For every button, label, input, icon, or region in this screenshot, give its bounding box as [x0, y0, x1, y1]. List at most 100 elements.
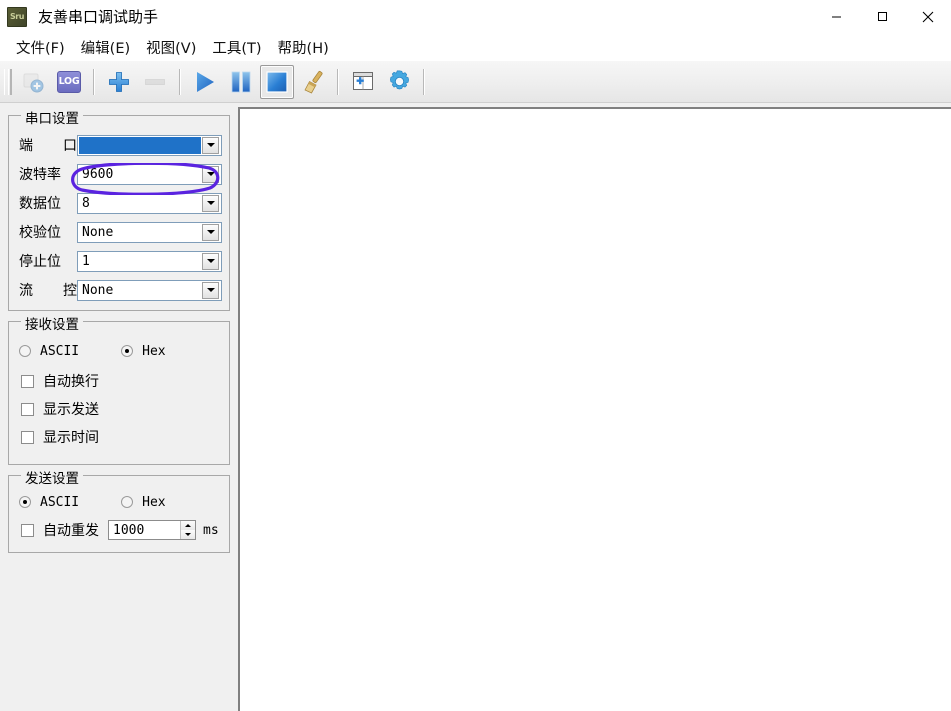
receive-format-row: ASCII Hex	[19, 340, 166, 362]
start-button[interactable]	[188, 65, 222, 99]
chevron-down-icon[interactable]	[202, 282, 219, 299]
checkbox-unchecked-icon	[21, 375, 34, 388]
send-settings-title: 发送设置	[21, 467, 83, 487]
auto-repeat-unit-label: ms	[203, 523, 219, 538]
auto-wrap-checkbox[interactable]: 自动换行	[21, 371, 99, 391]
new-window-icon	[351, 69, 376, 94]
show-send-row: 显示发送	[21, 398, 99, 420]
stepper-buttons[interactable]	[180, 521, 195, 539]
menu-help[interactable]: 帮助(H)	[270, 34, 337, 61]
receive-settings-group: 接收设置 ASCII Hex 自动换行	[8, 321, 230, 465]
send-format-row: ASCII Hex	[19, 491, 166, 513]
menu-view[interactable]: 视图(V)	[138, 34, 204, 61]
flowctrl-label: 流控	[19, 280, 77, 300]
auto-repeat-interval-stepper[interactable]: 1000	[108, 520, 196, 540]
plus-icon	[107, 70, 131, 94]
chevron-down-icon[interactable]	[202, 253, 219, 270]
baudrate-value: 9600	[78, 167, 202, 182]
gear-icon	[387, 69, 412, 94]
send-settings-group: 发送设置 ASCII Hex 自动重发 1000	[8, 475, 230, 553]
stopbits-combo[interactable]: 1	[77, 251, 222, 272]
radio-on-icon	[19, 496, 31, 508]
maximize-button[interactable]	[859, 0, 905, 33]
toolbar-separator	[179, 69, 181, 95]
baudrate-label: 波特率	[19, 164, 77, 184]
chevron-down-icon[interactable]	[202, 166, 219, 183]
send-ascii-radio[interactable]: ASCII	[19, 495, 79, 510]
stepper-up-icon[interactable]	[181, 521, 195, 530]
auto-wrap-label: 自动换行	[43, 371, 99, 391]
receive-ascii-radio[interactable]: ASCII	[19, 344, 79, 359]
checkbox-unchecked-icon	[21, 431, 34, 444]
chevron-down-icon[interactable]	[202, 137, 219, 154]
databits-label: 数据位	[19, 193, 77, 213]
show-time-row: 显示时间	[21, 426, 99, 448]
stop-icon	[265, 70, 289, 94]
minimize-button[interactable]	[813, 0, 859, 33]
auto-repeat-row: 自动重发 1000 ms	[21, 519, 219, 541]
chevron-down-icon[interactable]	[202, 195, 219, 212]
show-send-checkbox[interactable]: 显示发送	[21, 399, 99, 419]
send-hex-label: Hex	[142, 495, 165, 510]
add-button[interactable]	[102, 65, 136, 99]
stopbits-label: 停止位	[19, 251, 77, 271]
stop-button[interactable]	[260, 65, 294, 99]
settings-panel: 串口设置 端口 波特率 9600 数据位 8	[0, 103, 238, 711]
toolbar-separator	[93, 69, 95, 95]
port-value	[79, 137, 201, 154]
parity-combo[interactable]: None	[77, 222, 222, 243]
application-window: Sru 友善串口调试助手 文件(F) 编辑(E) 视图(V) 工具(T) 帮助(…	[0, 0, 951, 711]
receive-settings-title: 接收设置	[21, 313, 83, 333]
auto-repeat-interval-value: 1000	[109, 523, 180, 538]
settings-button[interactable]	[382, 65, 416, 99]
add-connection-icon	[16, 65, 50, 99]
send-ascii-label: ASCII	[40, 495, 79, 510]
databits-value: 8	[78, 196, 202, 211]
toolbar: LOG	[0, 61, 951, 103]
send-hex-radio[interactable]: Hex	[121, 495, 165, 510]
flowctrl-combo[interactable]: None	[77, 280, 222, 301]
show-time-label: 显示时间	[43, 427, 99, 447]
play-icon	[192, 69, 218, 95]
remove-button	[138, 65, 172, 99]
close-button[interactable]	[905, 0, 951, 33]
toolbar-separator	[337, 69, 339, 95]
parity-value: None	[78, 225, 202, 240]
toolbar-grip[interactable]	[4, 69, 12, 95]
clear-button[interactable]	[296, 65, 330, 99]
log-icon: LOG	[57, 71, 81, 93]
pause-icon	[228, 69, 254, 95]
window-controls	[813, 0, 951, 33]
app-icon: Sru	[7, 7, 27, 27]
parity-row: 校验位 None	[19, 221, 222, 243]
radio-off-icon	[19, 345, 31, 357]
auto-repeat-checkbox[interactable]: 自动重发	[21, 520, 99, 540]
databits-row: 数据位 8	[19, 192, 222, 214]
radio-off-icon	[121, 496, 133, 508]
receive-hex-radio[interactable]: Hex	[121, 344, 165, 359]
databits-combo[interactable]: 8	[77, 193, 222, 214]
pause-button[interactable]	[224, 65, 258, 99]
port-label: 端口	[19, 135, 77, 155]
port-combo[interactable]	[77, 135, 222, 156]
log-button[interactable]: LOG	[52, 65, 86, 99]
menu-edit[interactable]: 编辑(E)	[73, 34, 138, 61]
chevron-down-icon[interactable]	[202, 224, 219, 241]
minus-icon	[143, 70, 167, 94]
flowctrl-row: 流控 None	[19, 279, 222, 301]
toolbar-separator	[423, 69, 425, 95]
broom-icon	[300, 69, 326, 95]
parity-label: 校验位	[19, 222, 77, 242]
baudrate-row: 波特率 9600	[19, 163, 222, 185]
new-window-button[interactable]	[346, 65, 380, 99]
menu-tools[interactable]: 工具(T)	[204, 34, 269, 61]
serial-settings-title: 串口设置	[21, 107, 83, 127]
menu-file[interactable]: 文件(F)	[8, 34, 73, 61]
baudrate-combo[interactable]: 9600	[77, 164, 222, 185]
receive-ascii-label: ASCII	[40, 344, 79, 359]
stepper-down-icon[interactable]	[181, 530, 195, 539]
title-bar: Sru 友善串口调试助手	[0, 0, 951, 33]
serial-output-area[interactable]	[238, 107, 951, 711]
show-time-checkbox[interactable]: 显示时间	[21, 427, 99, 447]
flowctrl-value: None	[78, 283, 202, 298]
